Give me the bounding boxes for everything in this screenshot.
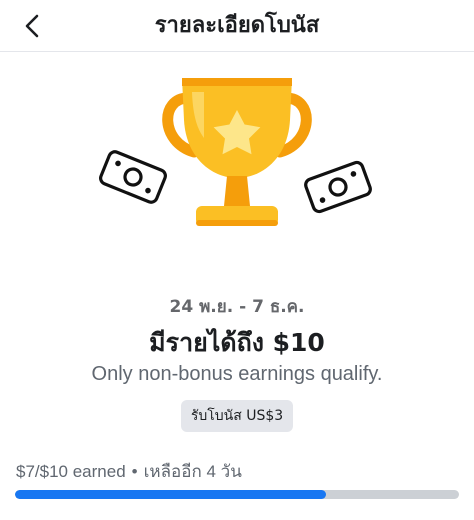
- date-range: 24 พ.ย. - 7 ธ.ค.: [169, 297, 305, 317]
- hero-illustration: [99, 78, 372, 226]
- bonus-condition: Only non-bonus earnings qualify.: [91, 363, 383, 385]
- progress-bar-fill: [15, 490, 326, 499]
- earned-text: $7/$10 earned: [16, 462, 126, 481]
- bonus-headline: มีรายได้ถึง $10: [149, 328, 325, 357]
- top-bar: รายละเอียดโบนัส: [0, 0, 474, 52]
- bonus-badge: รับโบนัส US$3: [180, 400, 294, 432]
- page-title: รายละเอียดโบนัส: [154, 13, 320, 38]
- progress-bar: [15, 490, 459, 499]
- progress-label: $7/$10 earned • เหลืออีก 4 วัน: [16, 458, 242, 485]
- days-remaining: เหลืออีก 4 วัน: [143, 462, 242, 481]
- money-icon: [99, 150, 167, 204]
- badge-container: รับโบนัส US$3: [0, 400, 474, 432]
- money-icon: [304, 160, 372, 214]
- separator: •: [131, 462, 138, 481]
- trophy-icon: [162, 78, 312, 226]
